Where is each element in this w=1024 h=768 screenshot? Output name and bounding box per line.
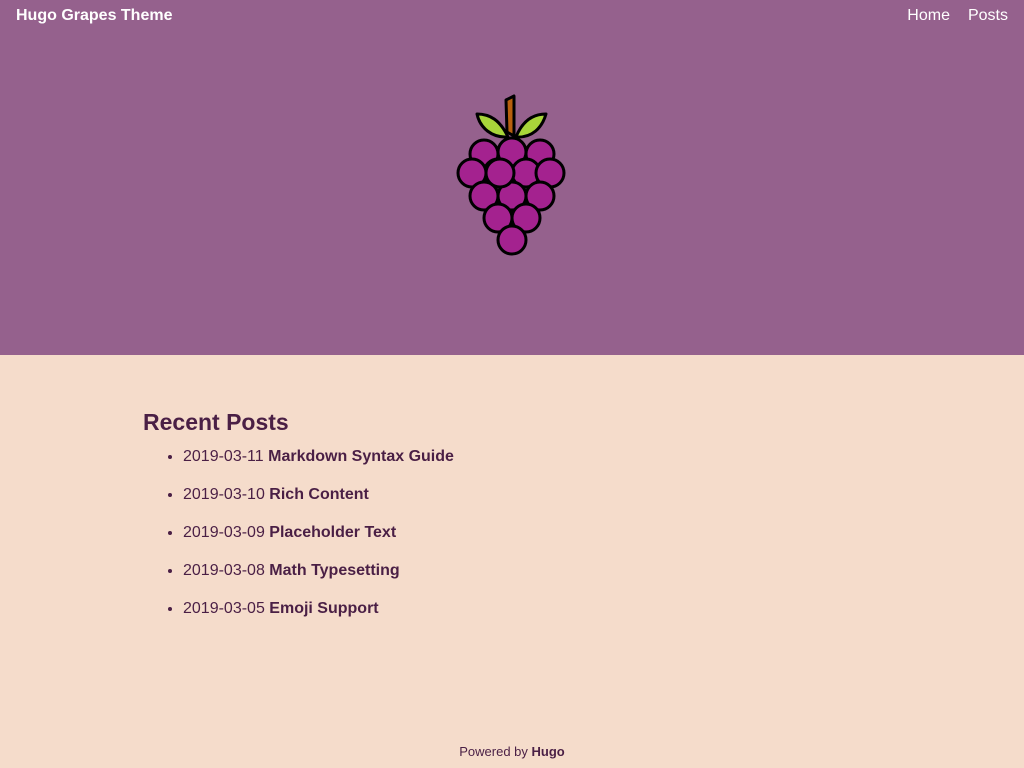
grape-stem (504, 94, 516, 138)
list-item: 2019-03-10 Rich Content (183, 483, 883, 507)
list-item: 2019-03-08 Math Typesetting (183, 559, 883, 583)
post-title-link[interactable]: Markdown Syntax Guide (268, 448, 454, 465)
recent-posts-heading: Recent Posts (143, 409, 289, 435)
recent-posts-list: 2019-03-11 Markdown Syntax Guide 2019-03… (143, 445, 883, 621)
grape-leaf-right (514, 112, 548, 139)
post-date: 2019-03-09 (183, 524, 270, 541)
site-title-link[interactable]: Hugo Grapes Theme (16, 6, 172, 26)
main-content: Recent Posts 2019-03-11 Markdown Syntax … (143, 405, 883, 635)
post-date: 2019-03-08 (183, 562, 270, 579)
post-title-link[interactable]: Placeholder Text (269, 524, 396, 541)
grape-leaf-left (475, 112, 510, 139)
nav-home-link[interactable]: Home (907, 6, 950, 26)
hugo-link[interactable]: Hugo (532, 744, 565, 759)
post-date: 2019-03-05 (183, 600, 270, 617)
nav-posts-link[interactable]: Posts (968, 6, 1008, 26)
list-item: 2019-03-05 Emoji Support (183, 597, 883, 621)
list-item: 2019-03-11 Markdown Syntax Guide (183, 445, 883, 469)
post-title-link[interactable]: Rich Content (269, 486, 369, 503)
post-date: 2019-03-10 (183, 486, 270, 503)
page-footer: Powered by Hugo (0, 743, 1024, 761)
post-title-link[interactable]: Math Typesetting (269, 562, 399, 579)
list-item: 2019-03-09 Placeholder Text (183, 521, 883, 545)
footer-prefix: Powered by (459, 744, 532, 759)
hero-header: Hugo Grapes Theme Home Posts (0, 0, 1024, 355)
grapes-icon (456, 94, 566, 256)
top-nav: Home Posts (907, 6, 1008, 26)
post-title-link[interactable]: Emoji Support (269, 600, 378, 617)
post-date: 2019-03-11 (183, 448, 269, 465)
